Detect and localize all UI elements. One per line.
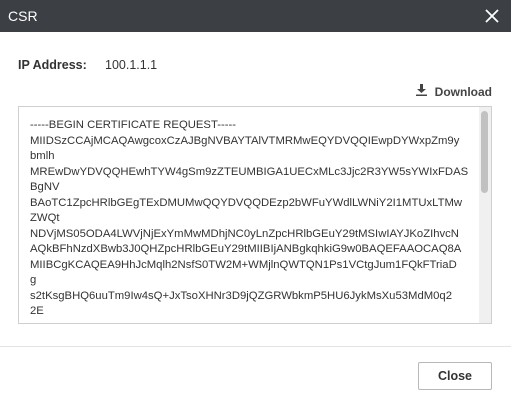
download-button[interactable]: Download bbox=[415, 84, 492, 99]
csr-scrollbar-thumb[interactable] bbox=[481, 111, 488, 193]
close-icon[interactable] bbox=[483, 7, 501, 25]
ip-address-value: 100.1.1.1 bbox=[105, 58, 158, 72]
footer-divider bbox=[0, 346, 511, 347]
dialog-title: CSR bbox=[8, 8, 38, 24]
csr-content: -----BEGIN CERTIFICATE REQUEST----- MIID… bbox=[30, 119, 469, 317]
dialog-titlebar: CSR bbox=[0, 0, 511, 32]
close-button[interactable]: Close bbox=[418, 362, 492, 390]
csr-scrollbar[interactable] bbox=[479, 107, 491, 323]
csr-text-area[interactable]: -----BEGIN CERTIFICATE REQUEST----- MIID… bbox=[18, 106, 492, 324]
download-label: Download bbox=[434, 84, 492, 99]
ip-address-row: IP Address: 100.1.1.1 bbox=[18, 58, 157, 72]
ip-address-label: IP Address: bbox=[18, 58, 87, 72]
download-icon bbox=[415, 84, 427, 99]
